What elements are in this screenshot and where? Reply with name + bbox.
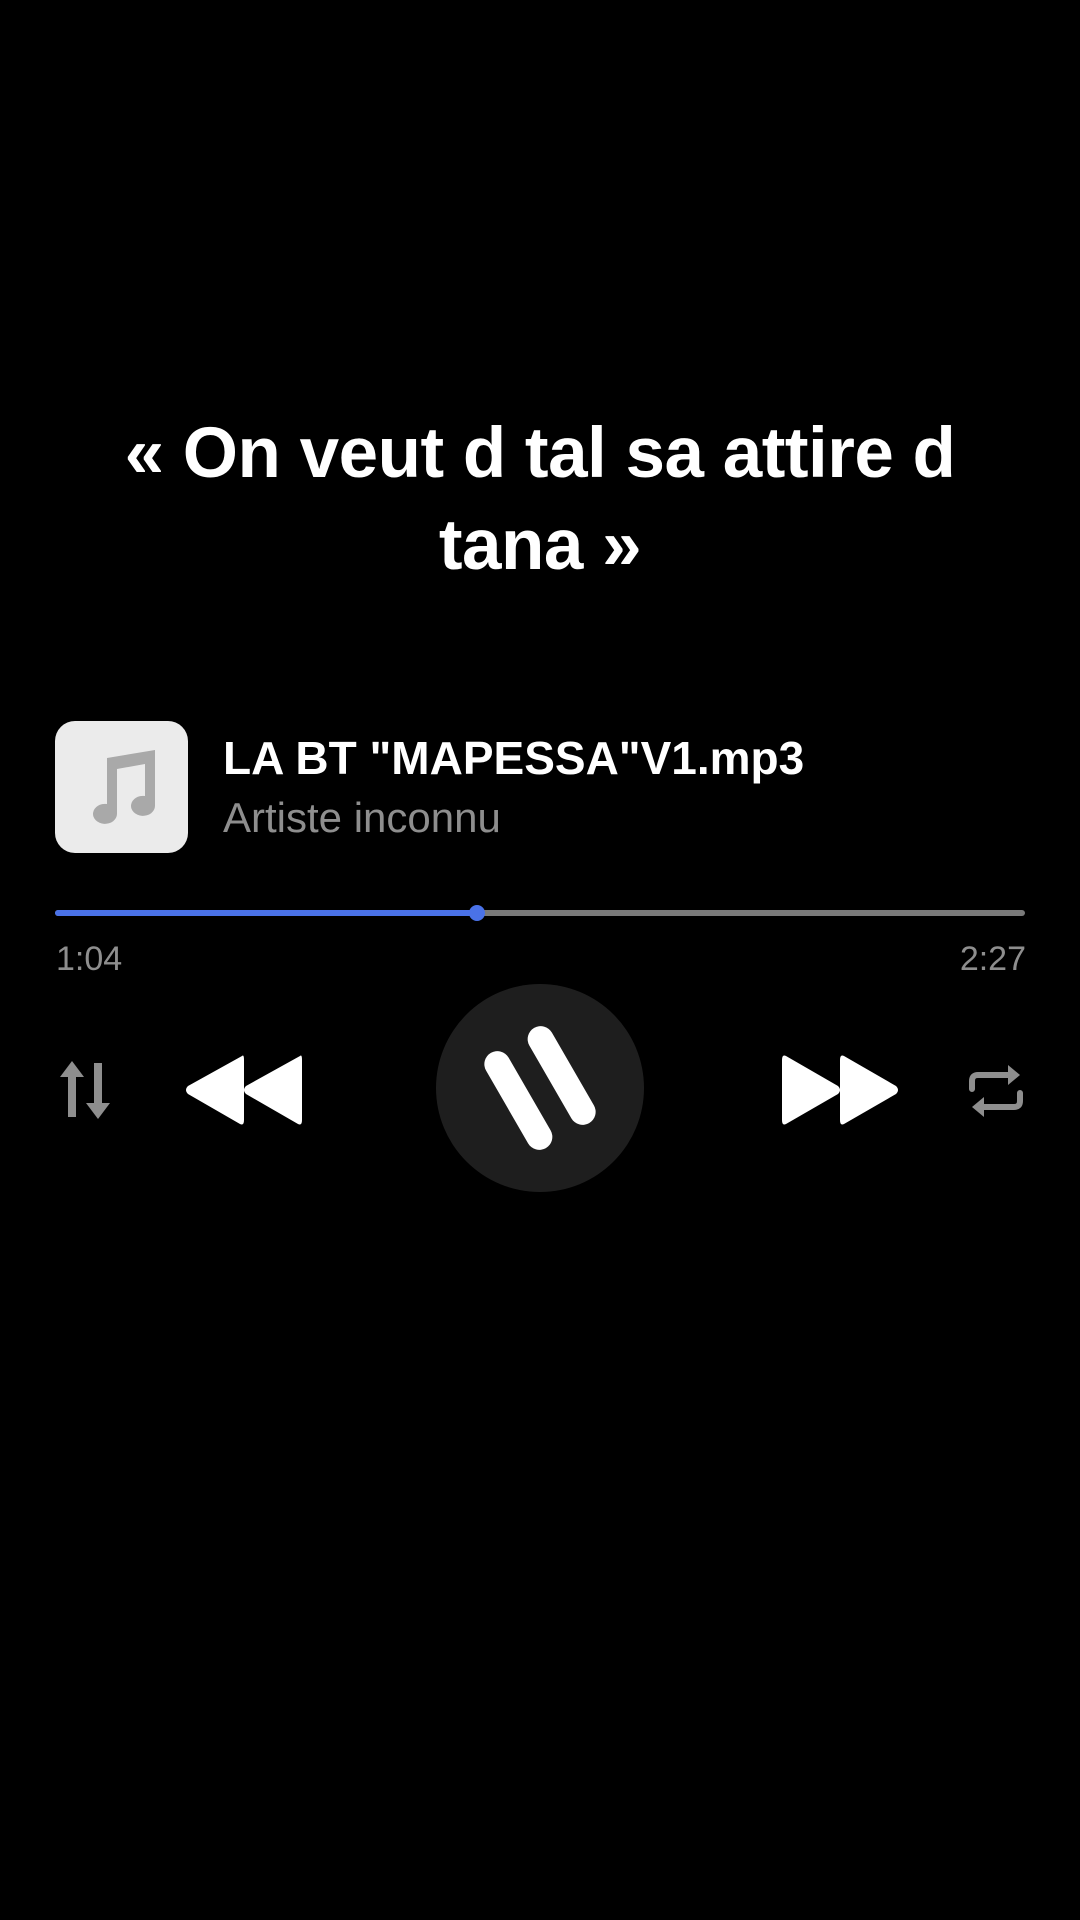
sort-arrows-icon: [60, 1061, 110, 1119]
album-artwork: [55, 721, 188, 853]
lyric-line-2: tana »: [438, 506, 642, 585]
track-title: LA BT "MAPESSA"V1.mp3: [223, 732, 805, 784]
repeat-icon: [969, 1065, 1023, 1117]
lyric-line-1: « On veut d tal sa attire d: [124, 414, 956, 493]
progress-slider[interactable]: [55, 903, 1025, 923]
pause-button[interactable]: [436, 984, 644, 1192]
lyric-text: « On veut d tal sa attire d tana »: [90, 408, 990, 592]
fast-forward-icon: [782, 1055, 898, 1125]
repeat-button[interactable]: [963, 1058, 1029, 1124]
sort-button[interactable]: [50, 1055, 120, 1125]
progress-fill: [55, 910, 478, 916]
music-note-icon: [92, 750, 155, 824]
pause-icon: [484, 1026, 596, 1150]
fast-forward-button[interactable]: [776, 1050, 904, 1130]
rewind-button[interactable]: [180, 1050, 308, 1130]
track-info: LA BT "MAPESSA"V1.mp3 Artiste inconnu: [55, 721, 1025, 853]
progress-thumb[interactable]: [469, 905, 486, 921]
total-time: 2:27: [959, 940, 1026, 978]
current-time: 1:04: [56, 940, 123, 978]
track-artist: Artiste inconnu: [223, 794, 501, 841]
rewind-icon: [186, 1055, 302, 1125]
